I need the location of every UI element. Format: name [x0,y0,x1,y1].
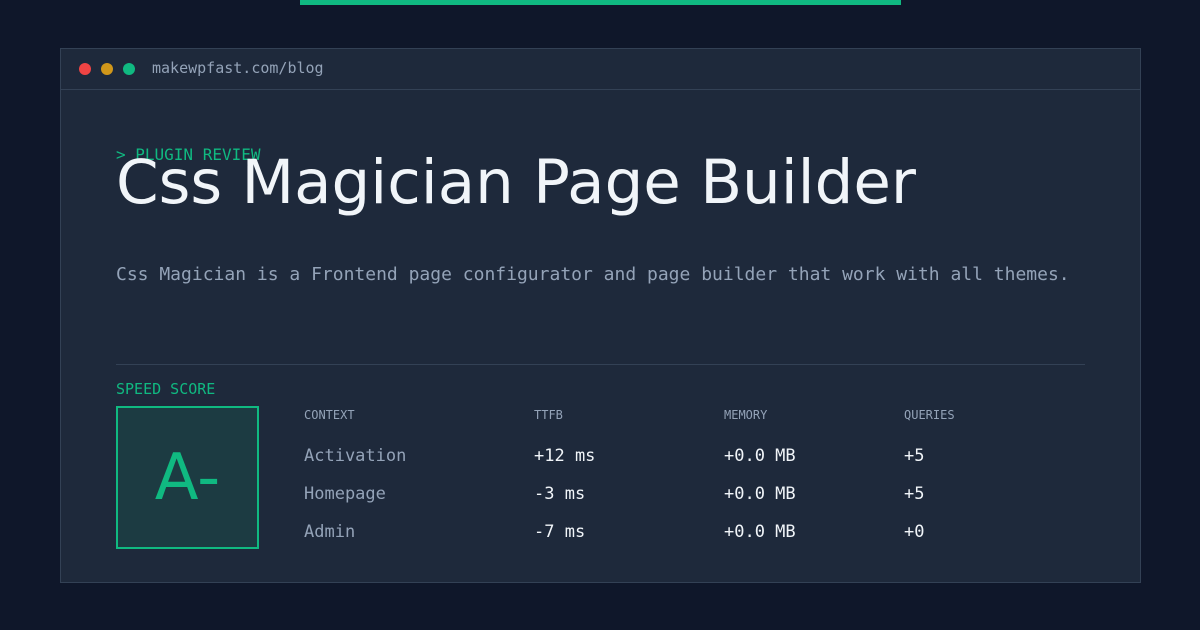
column-header-context: CONTEXT [304,408,355,422]
ttfb-cell: +12 ms [534,446,596,466]
top-accent-bar [300,0,901,5]
speed-grade: A- [154,440,221,515]
browser-window: makewpfast.com/blog > PLUGIN REVIEW Css … [60,48,1141,583]
minimize-window-dot[interactable] [101,63,113,75]
queries-cell: +5 [904,484,925,504]
ttfb-cell: -7 ms [534,522,586,542]
speed-grade-box: A- [116,406,259,549]
context-cell: Admin [304,522,356,542]
column-header-queries: QUERIES [904,408,955,422]
ttfb-cell: -3 ms [534,484,586,504]
article-description: Css Magician is a Frontend page configur… [116,264,1070,285]
context-cell: Activation [304,446,407,466]
page-title: Css Magician Page Builder [116,147,916,218]
window-titlebar: makewpfast.com/blog [61,49,1140,90]
speed-score-label: SPEED SCORE [116,380,216,398]
maximize-window-dot[interactable] [123,63,135,75]
close-window-dot[interactable] [79,63,91,75]
queries-cell: +0 [904,522,925,542]
memory-cell: +0.0 MB [724,484,796,504]
section-divider [116,364,1085,365]
column-header-ttfb: TTFB [534,408,563,422]
window-url: makewpfast.com/blog [152,59,324,77]
memory-cell: +0.0 MB [724,446,796,466]
queries-cell: +5 [904,446,925,466]
context-cell: Homepage [304,484,386,504]
memory-cell: +0.0 MB [724,522,796,542]
column-header-memory: MEMORY [724,408,768,422]
